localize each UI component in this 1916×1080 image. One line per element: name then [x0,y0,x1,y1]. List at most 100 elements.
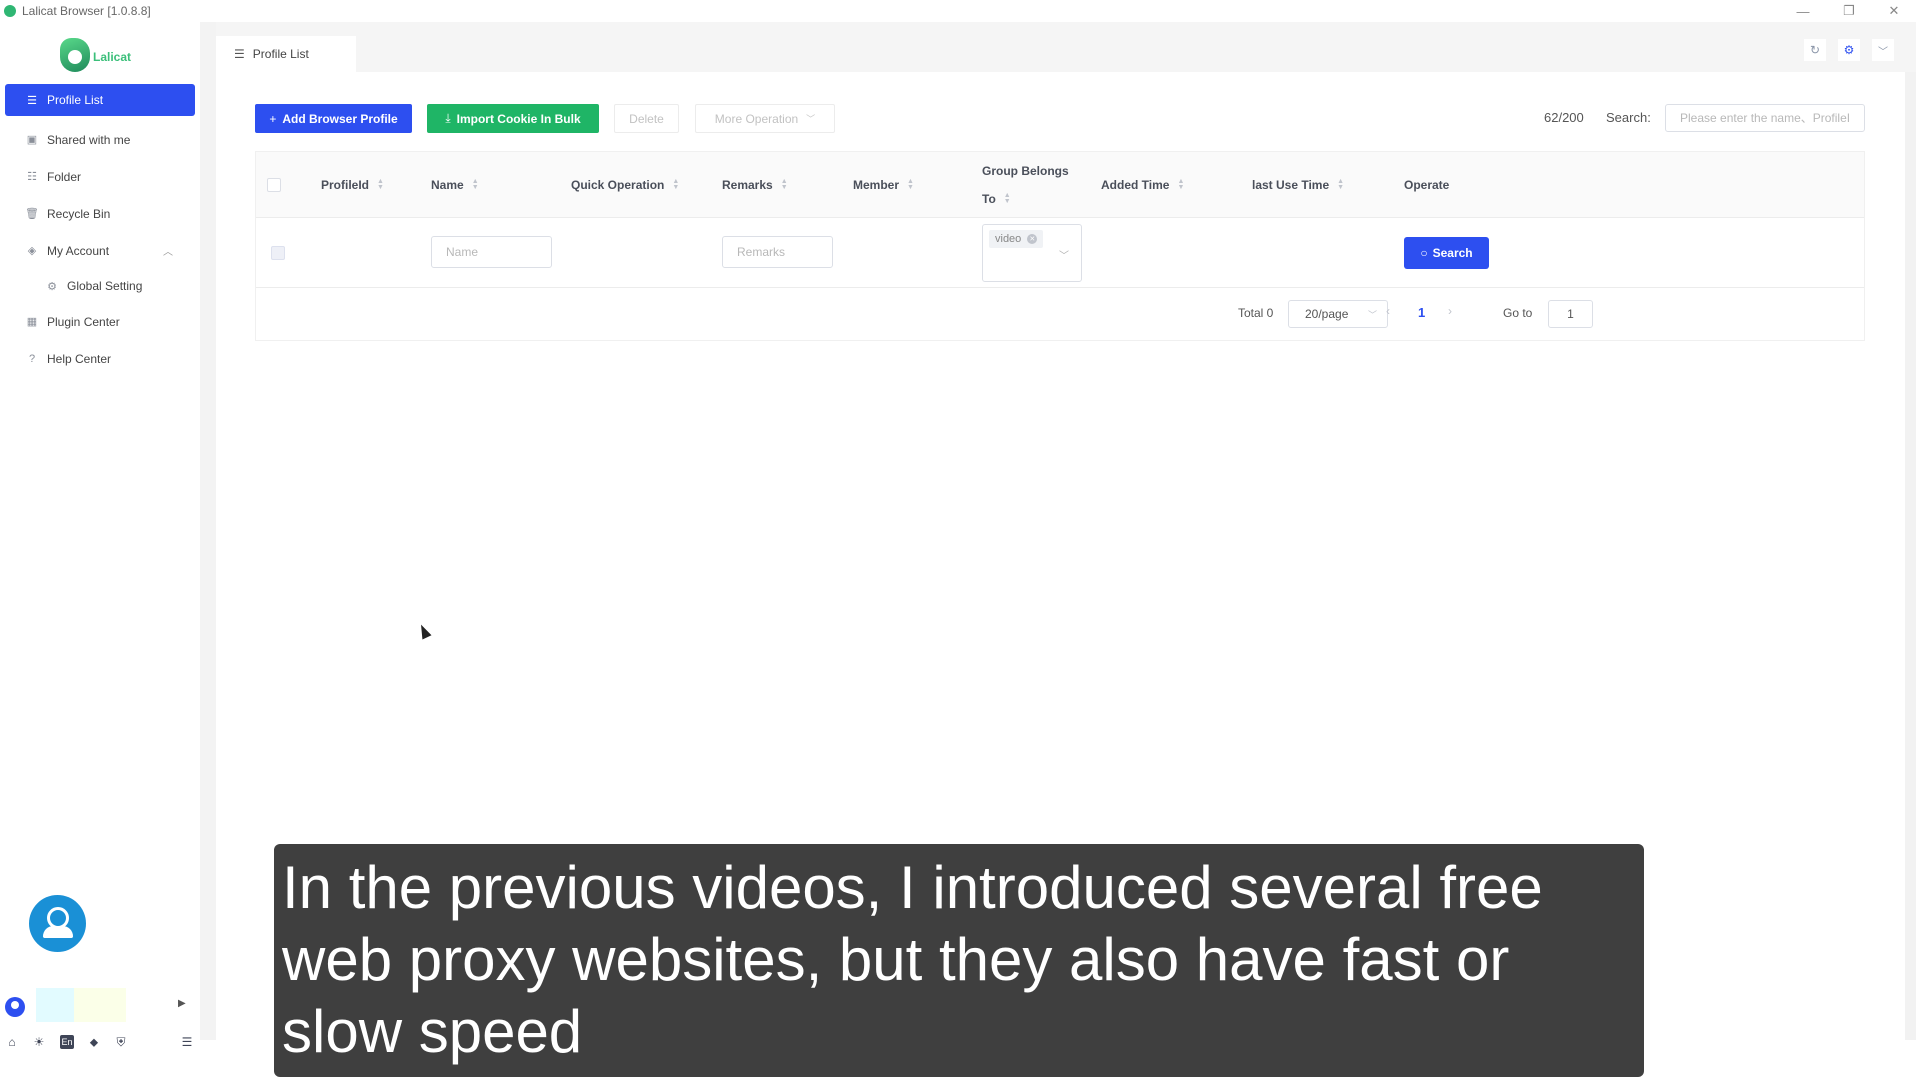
user-avatar-icon[interactable] [5,997,25,1017]
video-caption: In the previous videos, I introduced sev… [274,844,1644,1077]
gear-icon[interactable]: ⚙ [1838,39,1860,61]
name-filter-input[interactable] [431,236,552,268]
chevron-down-icon: ﹀ [806,114,816,124]
sidebar-item-folder[interactable]: ☷ Folder [5,158,195,195]
search-label: Search: [1606,110,1651,125]
language-icon[interactable]: En [60,1035,74,1049]
user-info-block [74,988,126,1022]
current-page[interactable]: 1 [1418,305,1425,320]
add-browser-profile-button[interactable]: + Add Browser Profile [255,104,412,133]
sidebar-item-recycle-bin[interactable]: 🗑 Recycle Bin [5,195,195,232]
column-label: Added Time [1101,178,1170,192]
column-label: ProfileId [321,178,370,192]
maximize-button[interactable]: ❐ [1829,0,1869,22]
group-tag: video ✕ [989,230,1044,248]
list-icon: ☰ [27,94,37,107]
sort-icon[interactable]: ▲ ▼ [472,178,479,191]
column-label: Name [431,178,464,192]
home-icon[interactable]: ⌂ [4,1034,20,1050]
sort-icon[interactable]: ▲ ▼ [907,178,914,191]
column-label: Remarks [722,178,773,192]
sidebar-item-plugin-center[interactable]: ▦ Plugin Center [5,303,195,340]
search-icon: ○ [1420,246,1428,260]
gear-icon: ⚙ [47,280,57,293]
sidebar-item-label: Shared with me [47,132,131,147]
brand-logo: Lalicat [60,34,140,74]
shield-icon[interactable]: ⛨ [113,1034,129,1050]
download-icon: ⤓ [445,111,451,125]
customer-support-button[interactable] [29,895,86,952]
page-size-select[interactable]: 20/page ﹀ [1288,300,1388,328]
sort-icon[interactable]: ▲ ▼ [377,178,384,191]
row-checkbox[interactable] [271,246,285,260]
close-button[interactable]: ✕ [1874,0,1914,22]
sidebar-divider [200,22,216,1040]
sidebar-item-my-account[interactable]: ◈ My Account ︿ [5,232,195,269]
column-header-member[interactable]: Member ▲ ▼ [853,152,914,218]
button-label: Add Browser Profile [282,111,398,126]
chevron-up-icon[interactable]: ︿ [163,243,173,258]
reload-icon[interactable]: ↻ [1804,39,1826,61]
sidebar-item-label: Profile List [47,93,104,107]
tag-icon[interactable]: ⬥ [86,1034,102,1050]
prev-page-button[interactable]: ‹ [1386,304,1390,318]
sort-icon[interactable]: ▲ ▼ [1337,178,1344,191]
column-label: Group Belongs [982,164,1069,178]
tab-profile-list[interactable]: ☰ Profile List [216,36,356,72]
list-icon: ☰ [234,47,245,61]
sidebar-nav: ☰ Profile List ▣ Shared with me ☷ Folder… [5,84,195,377]
column-header-quick-operation[interactable]: Quick Operation ▲ ▼ [571,152,679,218]
sidebar-item-label: My Account [47,243,110,258]
group-filter-select[interactable]: video ✕ ﹀ [982,224,1082,282]
minimize-button[interactable]: — [1783,0,1823,22]
column-label: To [982,192,996,206]
column-header-added-time[interactable]: Added Time ▲ ▼ [1101,152,1184,218]
sort-icon[interactable]: ▲ ▼ [1177,178,1184,191]
window-title: Lalicat Browser [1.0.8.8] [22,4,151,18]
column-header-name[interactable]: Name ▲ ▼ [431,152,479,218]
expand-arrow-icon[interactable]: ▶ [178,998,186,1009]
sidebar-item-label: Recycle Bin [47,206,111,221]
sidebar-item-global-setting[interactable]: ⚙ Global Setting [5,269,195,303]
sidebar-item-profile-list[interactable]: ☰ Profile List [5,84,195,116]
remarks-filter-input[interactable] [722,236,833,268]
search-input[interactable] [1665,104,1865,132]
brand-name: Lalicat [93,50,132,64]
delete-button[interactable]: Delete [614,104,679,133]
column-header-profileid[interactable]: ProfileId ▲ ▼ [321,152,384,218]
sidebar-item-help-center[interactable]: ? Help Center [5,340,195,377]
support-avatar-body [42,926,73,938]
column-header-last-use-time[interactable]: last Use Time ▲ ▼ [1252,152,1344,218]
column-header-remarks[interactable]: Remarks ▲ ▼ [722,152,788,218]
select-all-checkbox[interactable] [267,178,281,192]
import-cookie-button[interactable]: ⤓ Import Cookie In Bulk [427,104,599,133]
user-info-block [36,988,74,1022]
scrollbar[interactable] [1905,72,1916,1040]
sort-icon[interactable]: ▲ ▼ [1004,192,1011,205]
remove-tag-icon[interactable]: ✕ [1027,234,1038,244]
column-label: Member [853,178,900,192]
sidebar-item-label: Plugin Center [47,314,120,329]
sort-icon[interactable]: ▲ ▼ [781,178,788,191]
column-header-group[interactable]: Group Belongs To ▲ ▼ [982,152,1069,218]
shared-folder-icon: ▣ [26,134,38,146]
table-filter-row: video ✕ ﹀ ○ Search [256,218,1864,288]
goto-page-input[interactable] [1548,300,1593,328]
button-label: More Operation [714,111,799,126]
more-operation-dropdown[interactable]: More Operation ﹀ [695,104,835,133]
profile-table: ProfileId ▲ ▼ Name ▲ ▼ Quick Operation ▲ ▼ … [255,151,1865,341]
app-logo-icon [4,5,16,17]
chevron-down-icon[interactable]: ﹀ [1872,39,1894,61]
collapse-sidebar-icon[interactable]: ☰ [179,1034,195,1050]
theme-sun-icon[interactable]: ☀ [31,1034,47,1050]
plus-icon: + [269,111,277,126]
lalicat-logo-icon [60,38,90,72]
column-label-line2: To ▲ ▼ [982,192,1011,206]
search-button[interactable]: ○ Search [1404,237,1489,269]
tag-label: video [995,233,1022,245]
sort-icon[interactable]: ▲ ▼ [672,178,679,191]
sidebar-item-label: Global Setting [67,279,143,293]
sidebar-item-label: Folder [47,169,82,184]
next-page-button[interactable]: › [1448,304,1452,318]
sidebar-item-shared-with-me[interactable]: ▣ Shared with me [5,121,195,158]
